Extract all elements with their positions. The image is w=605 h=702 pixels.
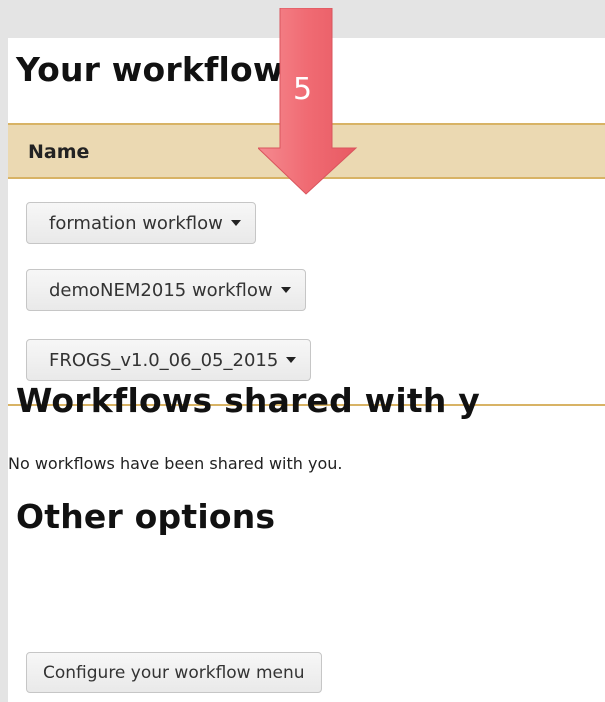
shared-empty-message: No workflows have been shared with you. xyxy=(8,454,343,473)
workflow-name: FROGS_v1.0_06_05_2015 xyxy=(49,349,279,371)
step-number: 5 xyxy=(293,72,313,107)
caret-down-icon xyxy=(280,287,291,293)
configure-workflow-menu-button[interactable]: Configure your workflow menu xyxy=(26,652,322,693)
workflow-menu-button-frogs[interactable]: FROGS_v1.0_06_05_2015 xyxy=(26,339,312,381)
column-header-name[interactable]: Name xyxy=(28,141,89,163)
workflow-menu-button-demonem2015[interactable]: demoNEM2015 workflow xyxy=(26,269,306,311)
shared-workflows-heading: Workflows shared with y xyxy=(16,381,480,420)
workflow-name: formation workflow xyxy=(49,212,223,234)
other-options-heading: Other options xyxy=(16,497,276,536)
workflow-name: demoNEM2015 workflow xyxy=(49,279,273,301)
caret-down-icon xyxy=(286,357,297,363)
caret-down-icon xyxy=(230,220,241,226)
workflow-menu-button-formation[interactable]: formation workflow xyxy=(26,202,256,244)
